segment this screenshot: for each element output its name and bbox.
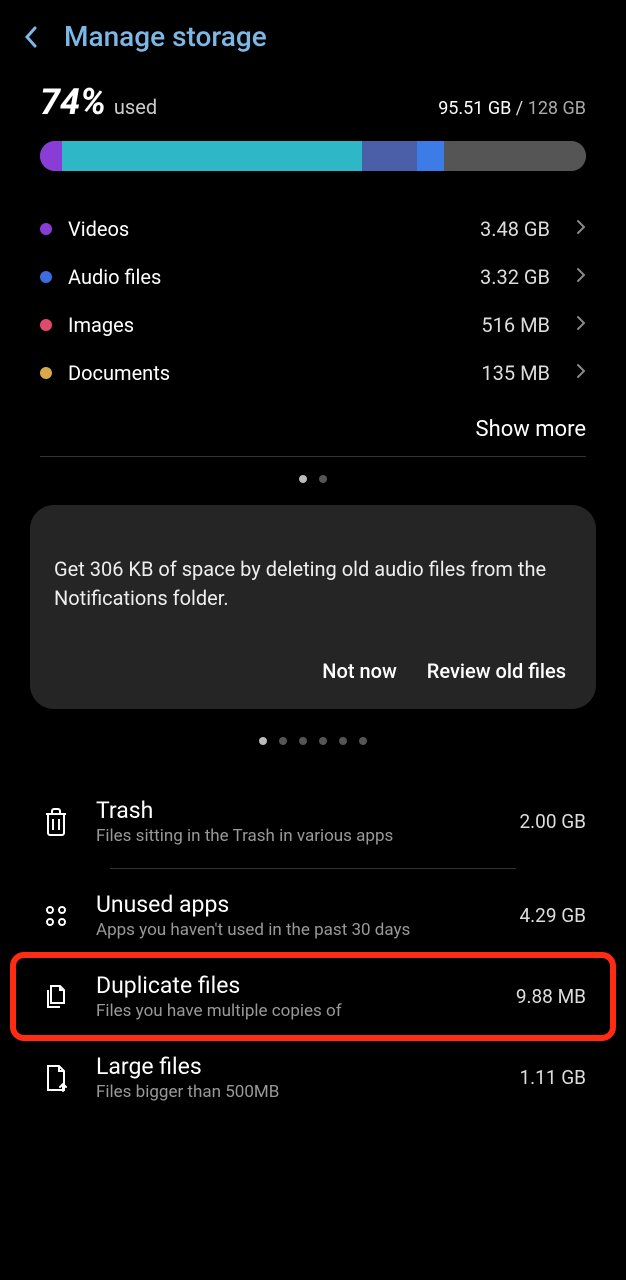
cleanup-desc: Apps you haven't used in the past 30 day… <box>96 920 495 940</box>
apps-icon <box>40 903 72 929</box>
cleanup-row-large-files[interactable]: Large filesFiles bigger than 500MB 1.11 G… <box>0 1037 626 1118</box>
show-more-button[interactable]: Show more <box>0 397 626 456</box>
chevron-right-icon <box>576 219 586 240</box>
cleanup-size: 2.00 GB <box>519 810 586 833</box>
chevron-right-icon <box>576 363 586 384</box>
trash-icon <box>40 807 72 837</box>
chevron-right-icon <box>576 315 586 336</box>
back-icon[interactable] <box>24 23 44 51</box>
chevron-right-icon <box>576 267 586 288</box>
used-size: 95.51 GB <box>438 98 511 119</box>
storage-bar <box>40 141 586 171</box>
category-size: 3.32 GB <box>480 265 550 289</box>
category-color-dot <box>40 271 52 283</box>
cleanup-title: Trash <box>96 797 495 824</box>
category-size: 3.48 GB <box>480 217 550 241</box>
page-title: Manage storage <box>64 20 267 53</box>
cleanup-row-unused-apps[interactable]: Unused appsApps you haven't used in the … <box>0 875 626 956</box>
largefile-icon <box>40 1063 72 1093</box>
category-name: Documents <box>68 361 465 385</box>
divider <box>110 868 516 869</box>
page-indicator-small <box>0 457 626 501</box>
cleanup-size: 9.88 MB <box>516 985 586 1008</box>
cleanup-size: 1.11 GB <box>519 1066 586 1089</box>
category-row[interactable]: Documents 135 MB <box>40 349 586 397</box>
category-color-dot <box>40 319 52 331</box>
cleanup-title: Duplicate files <box>96 972 492 999</box>
usage-percent: 74% <box>40 81 106 123</box>
suggestion-text: Get 306 KB of space by deleting old audi… <box>54 555 572 613</box>
category-size: 135 MB <box>481 361 550 385</box>
cleanup-desc: Files bigger than 500MB <box>96 1082 495 1102</box>
cleanup-title: Large files <box>96 1053 495 1080</box>
category-name: Images <box>68 313 465 337</box>
cleanup-size: 4.29 GB <box>519 904 586 927</box>
page-indicator-large <box>0 719 626 763</box>
cleanup-desc: Files sitting in the Trash in various ap… <box>96 826 495 846</box>
cleanup-title: Unused apps <box>96 891 495 918</box>
total-size: 128 GB <box>528 98 586 119</box>
cleanup-row-trash[interactable]: TrashFiles sitting in the Trash in vario… <box>0 781 626 862</box>
storage-quota: 95.51 GB / 128 GB <box>438 98 586 119</box>
review-old-files-button[interactable]: Review old files <box>427 659 566 683</box>
category-size: 516 MB <box>481 313 550 337</box>
cleanup-desc: Files you have multiple copies of <box>96 1001 492 1021</box>
cleanup-row-duplicate-files[interactable]: Duplicate filesFiles you have multiple c… <box>0 956 626 1037</box>
storage-usage-summary: 74% used 95.51 GB / 128 GB <box>0 69 626 133</box>
category-color-dot <box>40 223 52 235</box>
category-row[interactable]: Images 516 MB <box>40 301 586 349</box>
category-color-dot <box>40 367 52 379</box>
not-now-button[interactable]: Not now <box>322 659 397 683</box>
suggestion-card: Get 306 KB of space by deleting old audi… <box>30 505 596 709</box>
used-word: used <box>114 95 157 119</box>
category-row[interactable]: Videos 3.48 GB <box>40 205 586 253</box>
duplicate-icon <box>40 982 72 1012</box>
category-row[interactable]: Audio files 3.32 GB <box>40 253 586 301</box>
category-name: Audio files <box>68 265 464 289</box>
category-name: Videos <box>68 217 464 241</box>
